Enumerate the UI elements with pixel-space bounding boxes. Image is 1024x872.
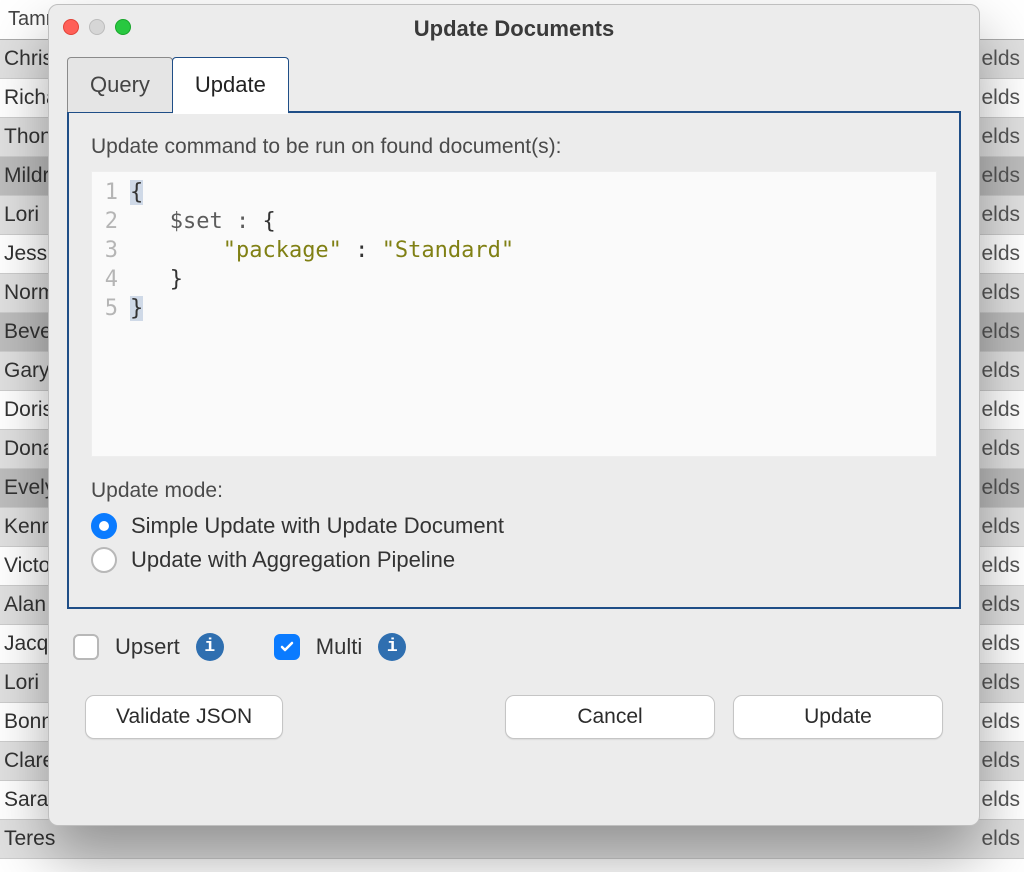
radio-label: Update with Aggregation Pipeline: [131, 547, 455, 573]
radio-icon: [91, 547, 117, 573]
cell-fields: elds: [954, 827, 1024, 851]
update-panel: Update command to be run on found docume…: [67, 111, 961, 609]
multi-info-icon[interactable]: i: [378, 633, 406, 661]
upsert-info-icon[interactable]: i: [196, 633, 224, 661]
tab-update[interactable]: Update: [172, 57, 289, 112]
editor-code[interactable]: { $set : { "package" : "Standard" } }: [122, 172, 936, 456]
code-editor[interactable]: 1 2 3 4 5 { $set : { "package" : "Standa…: [91, 171, 937, 457]
radio-simple-update[interactable]: Simple Update with Update Document: [91, 513, 937, 539]
titlebar: Update Documents: [49, 5, 979, 53]
radio-label: Simple Update with Update Document: [131, 513, 504, 539]
dialog-title: Update Documents: [414, 16, 614, 42]
update-documents-dialog: Update Documents Query Update Update com…: [48, 4, 980, 826]
mode-label: Update mode:: [91, 479, 937, 503]
tabbar: Query Update: [67, 57, 961, 112]
radio-icon: [91, 513, 117, 539]
window-controls: [63, 19, 131, 35]
cell-first-name: Teres: [0, 827, 180, 851]
panel-label: Update command to be run on found docume…: [91, 135, 937, 159]
options-row: Upsert i Multi i: [67, 609, 961, 661]
update-button[interactable]: Update: [733, 695, 943, 739]
minimize-icon: [89, 19, 105, 35]
tab-query[interactable]: Query: [67, 57, 173, 112]
button-row: Validate JSON Cancel Update: [67, 661, 961, 747]
cancel-button[interactable]: Cancel: [505, 695, 715, 739]
radio-aggregation-pipeline[interactable]: Update with Aggregation Pipeline: [91, 547, 937, 573]
upsert-checkbox[interactable]: [73, 634, 99, 660]
multi-checkbox[interactable]: [274, 634, 300, 660]
upsert-label: Upsert: [115, 634, 180, 660]
validate-json-button[interactable]: Validate JSON: [85, 695, 283, 739]
close-icon[interactable]: [63, 19, 79, 35]
multi-label: Multi: [316, 634, 362, 660]
editor-gutter: 1 2 3 4 5: [92, 172, 122, 456]
maximize-icon[interactable]: [115, 19, 131, 35]
